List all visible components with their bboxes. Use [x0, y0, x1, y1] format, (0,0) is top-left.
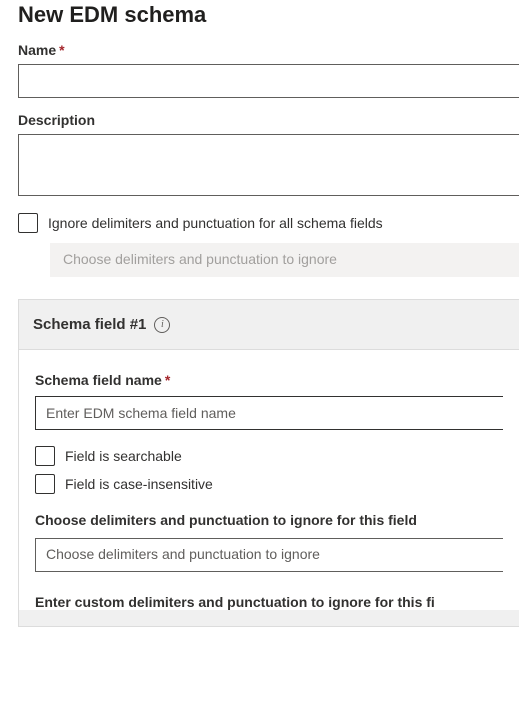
- name-field-group: Name*: [18, 42, 519, 98]
- name-label: Name*: [18, 42, 519, 58]
- choose-delim-group: Choose delimiters and punctuation to ign…: [35, 512, 503, 572]
- name-label-text: Name: [18, 42, 56, 58]
- ignore-global-dropdown-wrap: Choose delimiters and punctuation to ign…: [50, 243, 519, 277]
- description-field-group: Description: [18, 112, 519, 199]
- info-icon[interactable]: i: [154, 317, 170, 333]
- choose-delim-dropdown[interactable]: Choose delimiters and punctuation to ign…: [35, 538, 503, 572]
- page-title: New EDM schema: [18, 2, 519, 28]
- custom-delim-label: Enter custom delimiters and punctuation …: [35, 594, 503, 610]
- description-label: Description: [18, 112, 519, 128]
- case-insensitive-label: Field is case-insensitive: [65, 476, 213, 492]
- required-indicator: *: [165, 372, 170, 388]
- schema-field-checkbox-group: Field is searchable Field is case-insens…: [35, 446, 503, 494]
- schema-field-header: Schema field #1 i: [19, 300, 519, 350]
- schema-field-name-label: Schema field name*: [35, 372, 503, 388]
- required-indicator: *: [59, 42, 64, 58]
- searchable-checkbox[interactable]: [35, 446, 55, 466]
- case-insensitive-checkbox[interactable]: [35, 474, 55, 494]
- ignore-global-label: Ignore delimiters and punctuation for al…: [48, 215, 383, 231]
- ignore-global-dropdown: Choose delimiters and punctuation to ign…: [50, 243, 519, 277]
- searchable-row: Field is searchable: [35, 446, 503, 466]
- choose-delim-label: Choose delimiters and punctuation to ign…: [35, 512, 503, 528]
- searchable-label: Field is searchable: [65, 448, 182, 464]
- schema-field-name-input[interactable]: [35, 396, 503, 430]
- schema-field-body: Schema field name* Field is searchable F…: [19, 350, 519, 610]
- custom-delim-group: Enter custom delimiters and punctuation …: [35, 594, 503, 610]
- name-input[interactable]: [18, 64, 519, 98]
- description-input[interactable]: [18, 134, 519, 196]
- schema-field-name-label-text: Schema field name: [35, 372, 162, 388]
- schema-field-header-title: Schema field #1: [33, 316, 146, 333]
- case-insensitive-row: Field is case-insensitive: [35, 474, 503, 494]
- schema-field-name-group: Schema field name*: [35, 372, 503, 430]
- ignore-global-row: Ignore delimiters and punctuation for al…: [18, 213, 519, 233]
- ignore-global-checkbox[interactable]: [18, 213, 38, 233]
- schema-field-panel: Schema field #1 i Schema field name* Fie…: [18, 299, 519, 627]
